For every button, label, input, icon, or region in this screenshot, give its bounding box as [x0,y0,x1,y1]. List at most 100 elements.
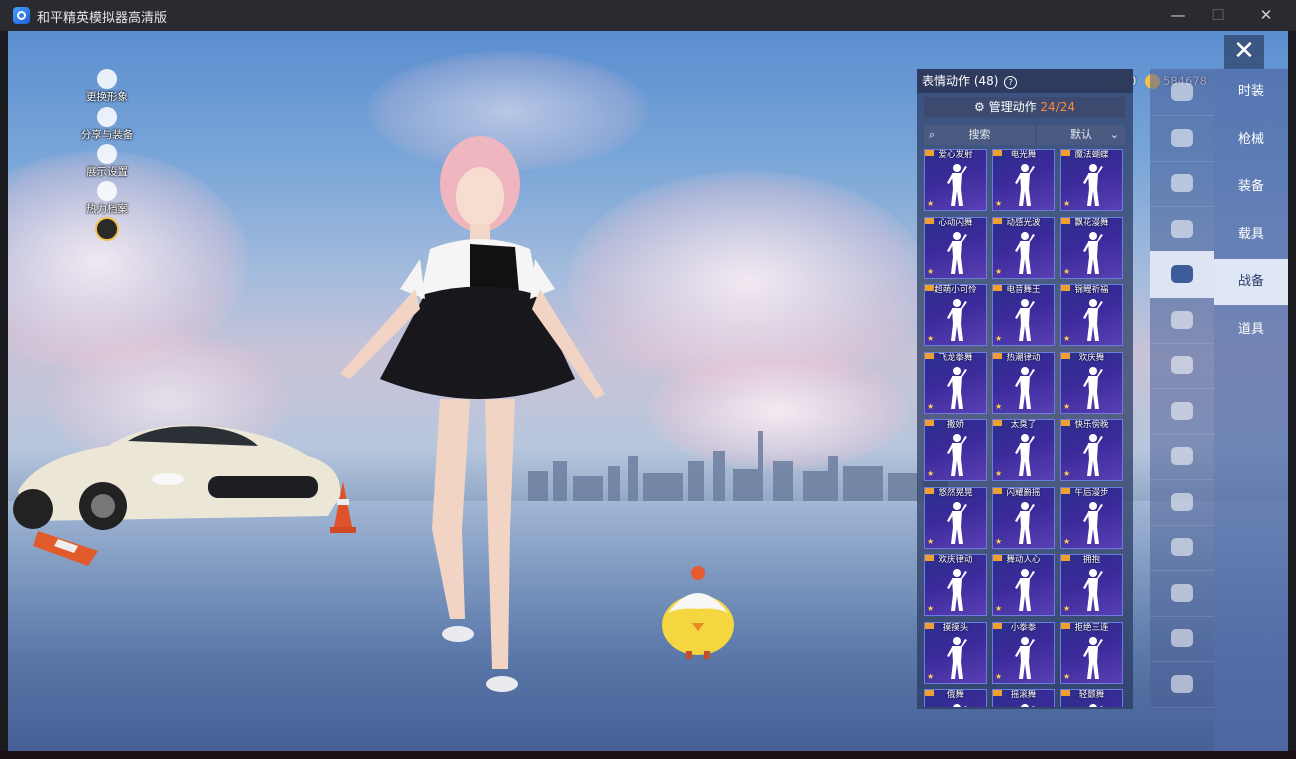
category-tab[interactable]: 道具 [1214,307,1288,353]
subcategory-tab[interactable] [1150,433,1214,480]
subcategory-tab[interactable] [1150,570,1214,617]
emote-card[interactable]: 俄舞★ [924,689,987,707]
player-character [340,136,605,692]
search-icon: ⌕ [929,128,936,141]
emote-card[interactable]: 轻颤舞★ [1060,689,1123,707]
rank-badge-icon [95,217,119,241]
emote-card[interactable]: 拥抱 ★ [1060,554,1123,616]
display-settings-label: 展示设置 [86,166,128,178]
emote-name: 电音舞王 [1006,285,1041,295]
emote-card[interactable]: 悠然晃晃 ★ [924,486,987,549]
emote-name: 电光舞 [1010,150,1037,160]
dancer-silhouette-icon [1083,231,1103,274]
emote-name: 飞龙拳舞 [938,352,973,363]
sort-dropdown[interactable]: 默认 ⌄ [1037,125,1125,145]
share-equipment-button[interactable]: 分享与装备 [72,107,142,142]
star-icon: ★ [927,334,935,343]
emote-card[interactable]: 电光舞 ★ [992,149,1055,211]
close-window-button[interactable]: ✕ [1248,3,1284,27]
emote-card[interactable]: 魔法蝴蝶 ★ [1060,149,1123,211]
manage-emotes-count: 24/24 [1040,100,1076,114]
emote-card[interactable]: 太臭了 ★ [992,419,1055,481]
maximize-button[interactable]: ☐ [1200,3,1236,27]
emote-card[interactable]: 舞动人心 ★ [992,554,1055,616]
emote-name: 超萌小可怜 [934,285,977,295]
subcategory-tab[interactable] [1150,342,1214,389]
emote-name: 拒绝三连 [1074,622,1109,633]
subcategory-tabs [1150,69,1214,709]
dancer-silhouette-icon [947,434,967,476]
emote-card[interactable]: 热潮律动 ★ [992,351,1055,414]
emote-card[interactable]: 欢庆舞 ★ [1060,351,1123,414]
emote-card[interactable]: 锦鲤祈福 ★ [1060,284,1123,346]
window-title: 和平精英模拟器高清版 [37,11,168,26]
emote-card[interactable]: 动感光波 ★ [992,216,1055,279]
subcategory-tab[interactable] [1150,206,1214,253]
emote-name: 魔法蝴蝶 [1074,150,1109,160]
drone-icon [1171,174,1193,192]
rank-badge-button[interactable] [72,217,142,241]
subcategory-tab[interactable] [1150,251,1214,298]
emote-card[interactable]: 飞龙拳舞 ★ [924,351,987,414]
subcategory-tab[interactable] [1150,69,1214,116]
subcategory-tab[interactable] [1150,388,1214,435]
eye-icon [97,144,117,164]
hand-icon [1171,583,1193,602]
emote-card[interactable]: 欢庆律动 ★ [924,554,987,616]
traffic-cone [33,531,98,566]
display-settings-button[interactable]: 展示设置 [72,144,142,179]
manage-emotes-button[interactable]: ⚙ 管理动作 24/24 [924,97,1125,118]
emote-card[interactable]: 午后漫步 ★ [1060,486,1123,549]
help-icon[interactable]: ? [1004,76,1018,89]
subcategory-tab[interactable] [1150,297,1214,344]
emote-name: 太臭了 [1010,420,1037,430]
emote-card[interactable]: 撒娇 ★ [924,419,987,481]
emote-card[interactable]: 飘花漫舞 ★ [1060,216,1123,279]
dancer-silhouette-icon [947,299,967,341]
subcategory-tab[interactable] [1150,524,1214,571]
star-icon: ★ [995,604,1003,613]
category-tab[interactable]: 时装 [1214,69,1288,115]
emote-name: 动感光波 [1006,217,1041,228]
emote-card[interactable]: 摸摸头 ★ [924,621,987,684]
dancer-silhouette-icon [1015,434,1035,476]
emote-name: 轻颤舞 [1078,690,1105,700]
star-icon: ★ [1063,469,1071,478]
heat-profile-button[interactable]: 热力档案 [72,181,142,216]
emote-card[interactable]: 爱心发射 ★ [924,149,987,211]
jet-icon [1171,310,1193,329]
star-icon: ★ [927,536,935,546]
emote-card[interactable]: 超萌小可怜 ★ [924,284,987,346]
close-icon[interactable]: ✕ [1224,35,1264,69]
emote-card[interactable]: 小拳拳 ★ [992,621,1055,684]
star-icon: ★ [927,604,935,613]
subcategory-tab[interactable] [1150,160,1214,207]
subcategory-tab[interactable] [1150,661,1214,708]
emote-name: 舞动人心 [1006,555,1041,565]
category-tab[interactable]: 枪械 [1214,117,1288,163]
sort-dropdown-value: 默认 [1070,128,1092,141]
dancer-silhouette-icon [1083,164,1103,206]
emote-search-input[interactable]: ⌕ 搜索 [924,125,1035,145]
subcategory-tab[interactable] [1150,615,1214,662]
change-appearance-button[interactable]: 更换形象 [72,69,142,104]
emote-card[interactable]: 快乐傍晚 ★ [1060,419,1123,481]
share-equipment-label: 分享与装备 [80,129,134,141]
emote-card[interactable]: 心动闪舞 ★ [924,216,987,279]
manage-emotes-label: 管理动作 [988,100,1037,114]
subcategory-tab[interactable] [1150,115,1214,162]
change-appearance-label: 更换形象 [86,91,128,103]
star-icon: ★ [995,199,1003,208]
category-tab[interactable]: 载具 [1214,212,1288,258]
star-icon: ★ [927,469,935,478]
subcategory-tab[interactable] [1150,479,1214,526]
minimize-button[interactable]: — [1160,3,1196,27]
category-tab[interactable]: 装备 [1214,164,1288,210]
emote-card[interactable]: 电音舞王 ★ [992,284,1055,346]
star-icon: ★ [995,401,1003,411]
dancer-silhouette-icon [1083,299,1103,341]
category-tab[interactable]: 战备 [1214,259,1288,305]
emote-card[interactable]: 摇滚舞★ [992,689,1055,707]
emote-card[interactable]: 拒绝三连 ★ [1060,621,1123,684]
emote-card[interactable]: 闪耀爵摇 ★ [992,486,1055,549]
